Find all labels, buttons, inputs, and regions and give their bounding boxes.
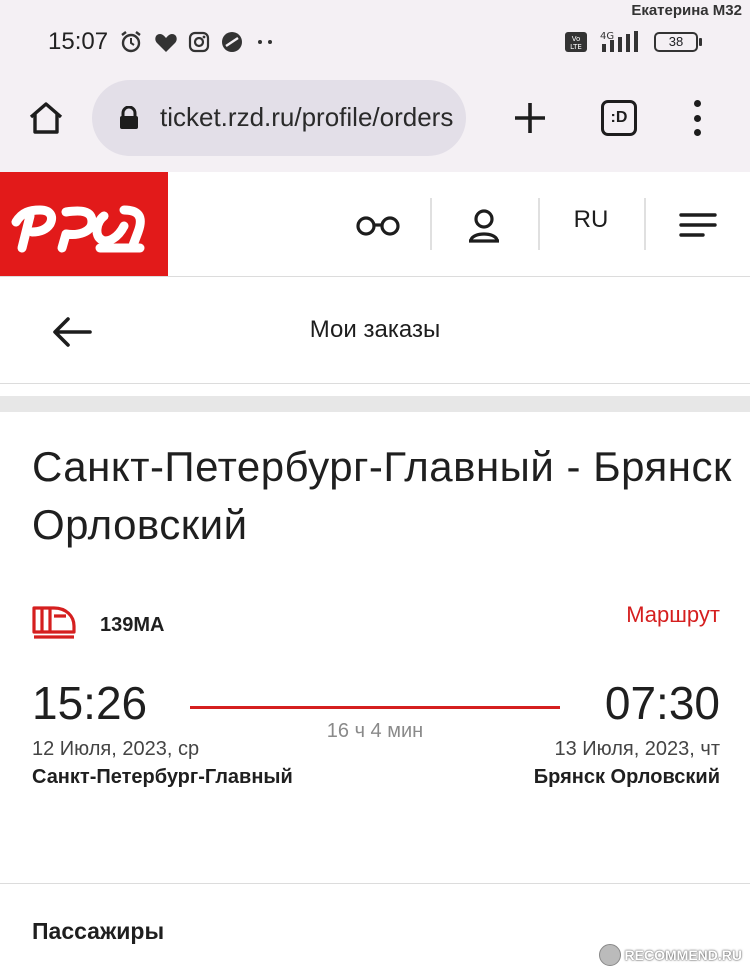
departure-station: Санкт-Петербург-Главный: [32, 766, 293, 788]
rzd-logo[interactable]: [0, 172, 168, 276]
app-icon: [222, 32, 242, 52]
watermark-logo-icon: [598, 944, 621, 966]
tabs-icon: :D: [601, 100, 637, 136]
trip-duration: 16 ч 4 мин: [326, 720, 424, 742]
svg-text:LTE: LTE: [570, 43, 582, 51]
departure-date: 12 Июля, 2023, ср: [32, 738, 200, 760]
heart-icon: [155, 34, 177, 52]
user-icon[interactable]: [462, 205, 506, 245]
url-text: ticket.rzd.ru/profile/orders: [160, 102, 454, 132]
language-switcher[interactable]: RU: [558, 206, 624, 234]
rzd-logo-icon: [11, 205, 145, 253]
volte-icon: VoLTE: [565, 32, 587, 52]
address-bar[interactable]: ticket.rzd.ru/profile/orders: [92, 80, 466, 156]
watermark-username: Екатерина М32: [631, 2, 742, 19]
home-icon[interactable]: [26, 98, 66, 138]
passengers-heading: Пассажиры: [32, 918, 165, 944]
train-icon: [32, 606, 76, 639]
more-notifications-icon: [258, 40, 272, 44]
header-separator: [430, 198, 432, 250]
route-title: Санкт-Петербург-Главный - Брянск Орловск…: [32, 443, 732, 548]
header-separator: [644, 198, 646, 250]
watermark-text: RECOMMEND.RU: [624, 947, 742, 963]
watermark: RECOMMEND.RU: [598, 944, 742, 966]
new-tab-icon[interactable]: [510, 98, 550, 138]
status-system-icons: Vo LTE 4G 38: [564, 30, 702, 54]
status-notification-icons: [118, 29, 278, 55]
signal-icon: 4G: [600, 31, 638, 52]
arrival-date: 13 Июля, 2023, чт: [554, 738, 720, 760]
section-divider: [0, 883, 750, 884]
svg-text:Vo: Vo: [572, 35, 581, 43]
route-duration-line: [190, 706, 560, 709]
lock-icon: [120, 106, 138, 129]
route-link[interactable]: Маршрут: [626, 602, 720, 628]
header-separator: [538, 198, 540, 250]
instagram-icon: [188, 31, 210, 53]
page-title: Мои заказы: [309, 316, 441, 343]
battery-indicator: 38: [654, 32, 702, 52]
arrival-time: 07:30: [604, 677, 720, 729]
browser-menu-icon[interactable]: [680, 98, 714, 138]
status-time: 15:07: [48, 28, 109, 55]
glasses-icon[interactable]: [352, 205, 404, 245]
departure-time: 15:26: [32, 677, 148, 729]
hamburger-menu-icon[interactable]: [676, 205, 720, 245]
train-number: 139МА: [100, 614, 165, 636]
tabs-switcher-button[interactable]: :D: [601, 100, 637, 136]
arrival-station: Брянск Орловский: [533, 766, 720, 788]
alarm-icon: [121, 31, 141, 53]
section-separator: [0, 396, 750, 412]
